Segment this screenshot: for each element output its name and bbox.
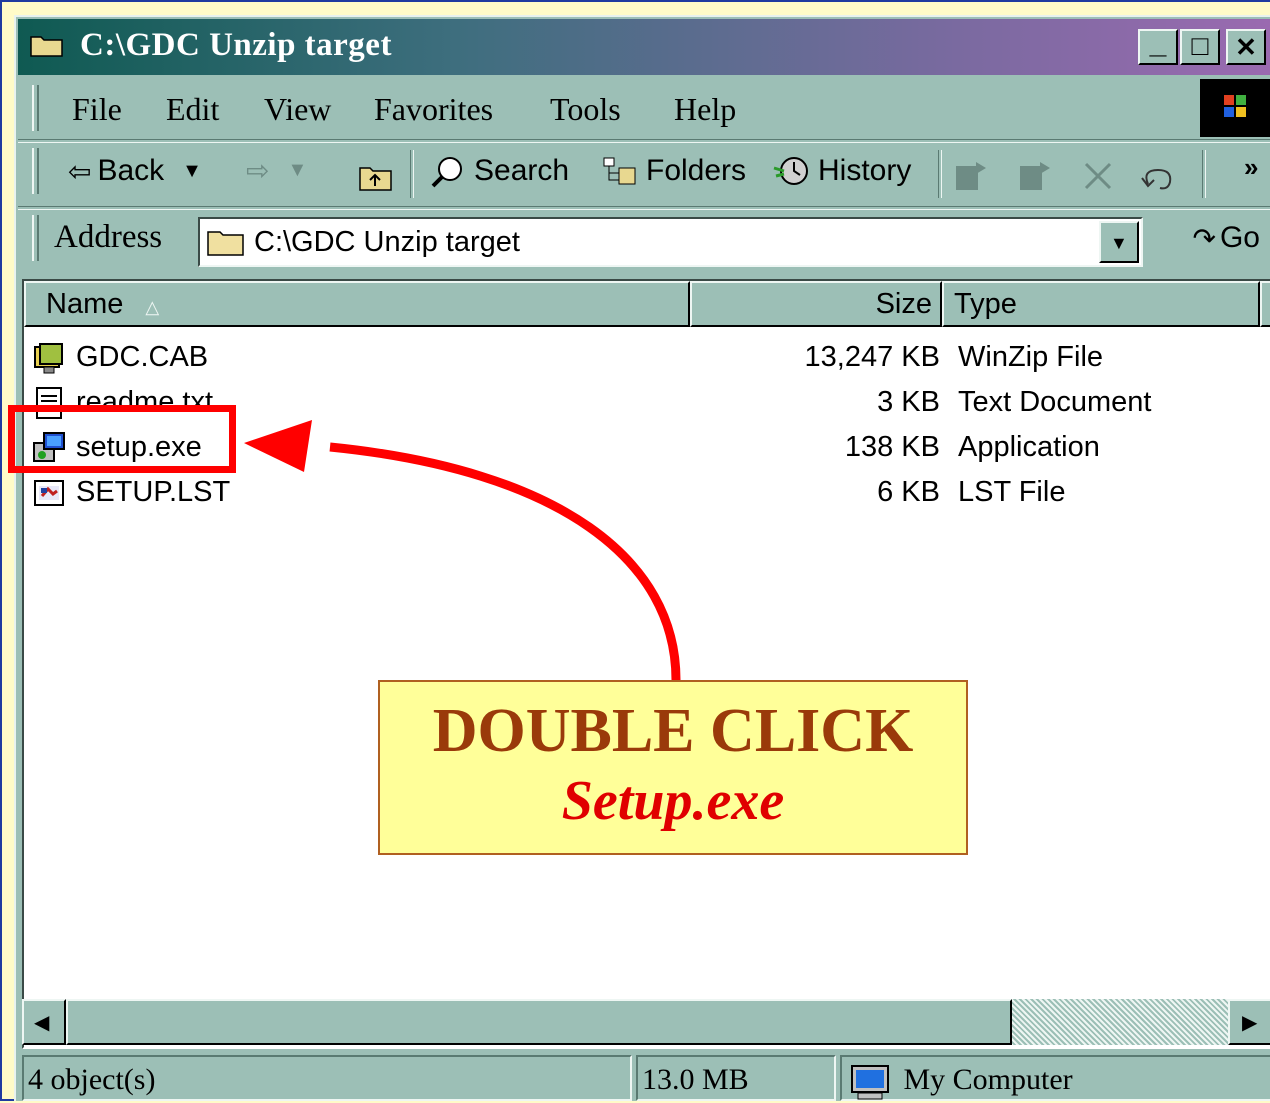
menu-file[interactable]: File bbox=[72, 91, 122, 128]
search-label: Search bbox=[474, 154, 570, 187]
status-bar: 4 object(s) 13.0 MB My Computer bbox=[22, 1051, 1270, 1103]
title-bar[interactable]: C:\GDC Unzip target _ □ ✕ bbox=[18, 19, 1270, 75]
callout-line2: Setup.exe bbox=[561, 770, 785, 832]
toolbar-separator bbox=[410, 150, 414, 198]
file-type: WinZip File bbox=[958, 341, 1104, 373]
file-size: 6 KB bbox=[877, 476, 940, 508]
undo-icon[interactable] bbox=[1138, 162, 1178, 192]
history-label: History bbox=[818, 154, 912, 187]
scroll-left-icon: ◀ bbox=[34, 1012, 50, 1034]
go-button[interactable]: ↷ Go bbox=[1193, 221, 1261, 255]
status-object-count: 4 object(s) bbox=[22, 1055, 632, 1101]
file-name: SETUP.LST bbox=[76, 476, 231, 508]
status-zone: My Computer bbox=[840, 1055, 1270, 1101]
delete-icon[interactable] bbox=[1080, 160, 1116, 192]
window-title: C:\GDC Unzip target bbox=[80, 27, 392, 63]
column-header-type[interactable]: Type bbox=[942, 281, 1260, 327]
up-folder-icon[interactable] bbox=[358, 160, 394, 192]
address-input[interactable]: C:\GDC Unzip target ▼ bbox=[198, 217, 1143, 267]
history-button[interactable]: History bbox=[772, 154, 911, 188]
back-dropdown-icon[interactable]: ▼ bbox=[182, 160, 202, 183]
toolbar-separator bbox=[1202, 150, 1206, 198]
winzip-icon bbox=[34, 343, 63, 374]
address-grip[interactable] bbox=[32, 215, 39, 261]
maximize-button[interactable]: □ bbox=[1180, 29, 1220, 65]
windows-logo-throbber bbox=[1200, 79, 1270, 137]
minimize-button[interactable]: _ bbox=[1138, 29, 1178, 65]
file-size: 3 KB bbox=[877, 386, 940, 418]
toolbar-grip[interactable] bbox=[32, 148, 39, 194]
copy-to-icon[interactable] bbox=[1016, 158, 1056, 194]
back-button[interactable]: ⇦ Back ▼ bbox=[68, 154, 202, 188]
file-list-view[interactable]: Name △ Size Type GDC.CAB 13,247 KB WinZi… bbox=[22, 279, 1270, 1049]
address-label: Address bbox=[54, 219, 163, 255]
menu-favorites[interactable]: Favorites bbox=[374, 91, 493, 128]
setup-highlight-box bbox=[8, 405, 236, 473]
file-size: 13,247 KB bbox=[804, 341, 940, 373]
folders-icon bbox=[603, 157, 636, 185]
windows-logo-icon bbox=[1224, 95, 1246, 117]
address-dropdown-button[interactable]: ▼ bbox=[1099, 221, 1139, 263]
file-name: GDC.CAB bbox=[76, 341, 209, 373]
go-arrow-icon: ↷ bbox=[1192, 222, 1216, 254]
file-size: 138 KB bbox=[844, 431, 940, 463]
column-header-size[interactable]: Size bbox=[690, 281, 942, 327]
file-row[interactable]: SETUP.LST 6 KB LST File bbox=[24, 472, 1270, 517]
scroll-left-button[interactable]: ◀ bbox=[22, 999, 66, 1045]
folder-icon bbox=[30, 36, 63, 57]
horizontal-scrollbar[interactable]: ◀ ▶ bbox=[22, 999, 1270, 1047]
chevron-down-icon: ▼ bbox=[1110, 233, 1128, 253]
callout-line1: DOUBLE CLICK bbox=[432, 697, 914, 765]
column-header-extra[interactable] bbox=[1260, 281, 1270, 327]
forward-button[interactable]: ⇨ ▼ bbox=[246, 154, 307, 187]
file-type: Text Document bbox=[958, 386, 1152, 418]
toolbar-overflow-chevron-icon[interactable]: » bbox=[1244, 152, 1258, 183]
history-icon bbox=[773, 157, 808, 185]
column-header-name-label: Name bbox=[46, 288, 124, 320]
go-label: Go bbox=[1219, 221, 1260, 254]
scroll-thumb[interactable] bbox=[66, 999, 1012, 1045]
address-value: C:\GDC Unzip target bbox=[254, 226, 520, 258]
back-label: Back bbox=[97, 154, 165, 187]
lst-file-icon bbox=[34, 480, 64, 506]
forward-dropdown-icon[interactable]: ▼ bbox=[287, 159, 307, 182]
my-computer-icon bbox=[851, 1065, 889, 1100]
file-row[interactable]: GDC.CAB 13,247 KB WinZip File bbox=[24, 337, 1270, 382]
menu-view[interactable]: View bbox=[264, 91, 331, 128]
menu-help[interactable]: Help bbox=[674, 91, 736, 128]
status-size: 13.0 MB bbox=[636, 1055, 836, 1101]
menu-tools[interactable]: Tools bbox=[550, 91, 621, 128]
menu-grip[interactable] bbox=[32, 85, 39, 131]
folders-label: Folders bbox=[646, 154, 747, 187]
file-type: Application bbox=[958, 431, 1100, 463]
close-button[interactable]: ✕ bbox=[1226, 29, 1266, 65]
folders-button[interactable]: Folders bbox=[600, 154, 746, 188]
toolbar-separator bbox=[938, 150, 942, 198]
column-header-row: Name △ Size Type bbox=[24, 281, 1270, 329]
column-header-name[interactable]: Name △ bbox=[24, 281, 690, 327]
status-location: My Computer bbox=[903, 1063, 1073, 1096]
move-to-icon[interactable] bbox=[952, 158, 992, 194]
scroll-right-icon: ▶ bbox=[1242, 1012, 1258, 1034]
back-arrow-icon: ⇦ bbox=[68, 155, 92, 187]
file-type: LST File bbox=[958, 476, 1066, 508]
instruction-callout: DOUBLE CLICK Setup.exe bbox=[378, 680, 968, 855]
standard-toolbar: ⇦ Back ▼ ⇨ ▼ Search Folders History » bbox=[18, 142, 1270, 206]
address-bar: Address C:\GDC Unzip target ▼ ↷ Go bbox=[18, 209, 1270, 275]
search-button[interactable]: Search bbox=[428, 154, 569, 188]
forward-arrow-icon: ⇨ bbox=[246, 155, 270, 186]
scroll-right-button[interactable]: ▶ bbox=[1228, 999, 1270, 1045]
address-folder-icon bbox=[207, 231, 244, 256]
sort-ascending-icon: △ bbox=[145, 297, 160, 317]
menu-edit[interactable]: Edit bbox=[166, 91, 219, 128]
menu-bar: File Edit View Favorites Tools Help bbox=[18, 79, 1270, 139]
search-icon bbox=[431, 157, 462, 188]
explorer-window: C:\GDC Unzip target _ □ ✕ File Edit View… bbox=[14, 15, 1270, 1101]
